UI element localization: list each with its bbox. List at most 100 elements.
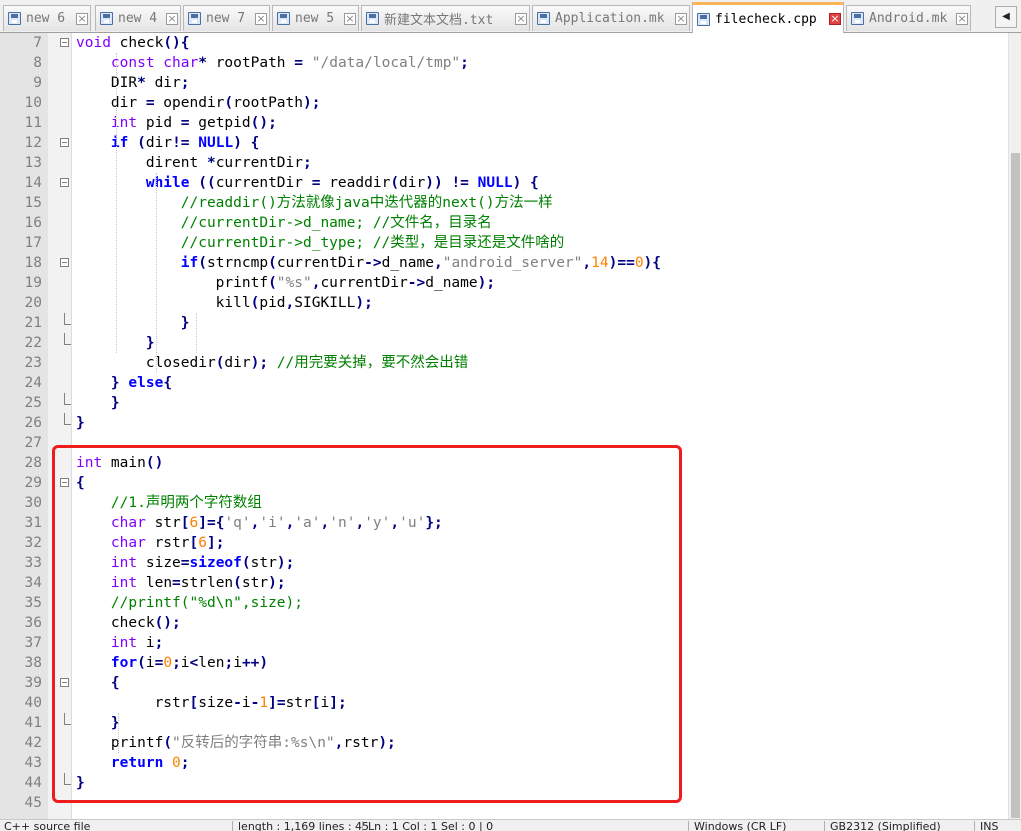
tab-item[interactable]: Android.mk × [846, 5, 971, 31]
close-tab-icon[interactable]: × [344, 12, 356, 25]
tab-item[interactable]: new 6 × [3, 5, 91, 31]
fold-toggle-icon[interactable] [60, 178, 69, 187]
code-line[interactable]: 41 } [0, 713, 1008, 733]
code-token: (( [198, 175, 216, 191]
fold-toggle-icon[interactable] [60, 38, 69, 47]
code-line[interactable]: 15 //readdir()方法就像java中迭代器的next()方法一样 [0, 193, 1008, 213]
code-line[interactable]: 29 { [0, 473, 1008, 493]
line-code: //1.声明两个字符数组 [76, 493, 262, 513]
tab-label: new 5 [295, 11, 335, 26]
line-number: 10 [24, 95, 42, 111]
code-token: - [233, 695, 242, 711]
tab-label: Application.mk [555, 11, 665, 26]
tab-scroll-left-button[interactable]: ◀ [995, 6, 1017, 28]
scrollbar-thumb[interactable] [1011, 153, 1020, 818]
code-token: dir [399, 175, 426, 191]
code-line[interactable]: 19 printf("%s",currentDir->d_name); [0, 273, 1008, 293]
code-line[interactable]: 28 int main() [0, 453, 1008, 473]
code-line[interactable]: 9 DIR* dir; [0, 73, 1008, 93]
code-line[interactable]: 39 { [0, 673, 1008, 693]
code-line[interactable]: 11 int pid = getpid(); [0, 113, 1008, 133]
code-line[interactable]: 16 //currentDir->d_name; //文件名，目录名 [0, 213, 1008, 233]
code-line[interactable]: 24 } else{ [0, 373, 1008, 393]
code-line[interactable]: 17 //currentDir->d_type; //类型，是目录还是文件啥的 [0, 233, 1008, 253]
code-line[interactable]: 23 closedir(dir); //用完要关掉，要不然会出错 [0, 353, 1008, 373]
close-tab-icon[interactable]: × [515, 12, 527, 25]
code-line[interactable]: 34 int len=strlen(str); [0, 573, 1008, 593]
code-line[interactable]: 13 dirent *currentDir; [0, 153, 1008, 173]
code-line[interactable]: 26} [0, 413, 1008, 433]
code-token: if [110, 135, 129, 151]
tab-item[interactable]: new 5 × [272, 5, 359, 31]
close-tab-icon[interactable]: × [956, 12, 968, 25]
line-code: rstr[size-i-1]=str[i]; [76, 693, 347, 713]
code-line[interactable]: 12 if (dir!= NULL) { [0, 133, 1008, 153]
code-line[interactable]: 42 printf("反转后的字符串:%s\n",rstr); [0, 733, 1008, 753]
tab-item[interactable]: Application.mk × [532, 5, 690, 31]
code-line[interactable]: 33 int size=sizeof(str); [0, 553, 1008, 573]
close-tab-icon[interactable]: × [829, 13, 841, 25]
tab-item[interactable]: 新建文本文档.txt × [361, 5, 530, 31]
code-token: (); [154, 615, 181, 631]
code-line[interactable]: 38 for(i=0;i<len;i++) [0, 653, 1008, 673]
code-line[interactable]: 43 return 0; [0, 753, 1008, 773]
code-line[interactable]: 31 char str[6]={'q','i','a','n','y','u'}… [0, 513, 1008, 533]
vertical-scrollbar[interactable] [1008, 33, 1021, 819]
code-line[interactable]: 18 if(strncmp(currentDir->d_name,"androi… [0, 253, 1008, 273]
code-token: } [76, 415, 85, 431]
code-token: } [76, 775, 85, 791]
tab-label: new 4 [118, 11, 158, 26]
fold-toggle-icon[interactable] [60, 258, 69, 267]
line-code: dirent *currentDir; [76, 153, 312, 173]
close-tab-icon[interactable]: × [255, 12, 267, 25]
code-line[interactable]: 35 //printf("%d\n",size); [0, 593, 1008, 613]
code-line[interactable]: 45 [0, 793, 1008, 813]
code-line[interactable]: 32 char rstr[6]; [0, 533, 1008, 553]
code-line[interactable]: 7 void check(){ [0, 33, 1008, 53]
tab-item[interactable]: new 4 × [95, 5, 181, 31]
code-line[interactable]: 40 rstr[size-i-1]=str[i]; [0, 693, 1008, 713]
code-line[interactable]: 30 //1.声明两个字符数组 [0, 493, 1008, 513]
line-number: 33 [24, 555, 42, 571]
code-token: 'n' [329, 515, 356, 531]
code-token: 6 [198, 535, 207, 551]
code-line[interactable]: 27 [0, 433, 1008, 453]
line-code: } [76, 773, 85, 793]
code-token: rstr [76, 695, 190, 711]
code-token: (); [250, 115, 277, 131]
code-token: ; [180, 75, 190, 91]
close-tab-icon[interactable]: × [675, 12, 687, 25]
code-line[interactable]: 14 while ((currentDir = readdir(dir)) !=… [0, 173, 1008, 193]
code-token: opendir [154, 95, 225, 111]
code-line[interactable]: 36 check(); [0, 613, 1008, 633]
code-line[interactable]: 25 } [0, 393, 1008, 413]
close-tab-icon[interactable]: × [76, 12, 88, 25]
tab-item[interactable]: new 7 × [183, 5, 270, 31]
code-token: char [110, 515, 146, 531]
fold-toggle-icon[interactable] [60, 478, 69, 487]
fold-toggle-icon[interactable] [60, 138, 69, 147]
tab-item[interactable]: filecheck.cpp × [692, 2, 844, 33]
line-code: for(i=0;i<len;i++) [76, 653, 268, 673]
line-number: 43 [24, 755, 42, 771]
code-line[interactable]: 22 } [0, 333, 1008, 353]
code-token: int [110, 115, 138, 131]
code-line[interactable]: 21 } [0, 313, 1008, 333]
code-token: void [76, 35, 111, 51]
line-number: 22 [24, 335, 42, 351]
code-line[interactable]: 10 dir = opendir(rootPath); [0, 93, 1008, 113]
code-line[interactable]: 44} [0, 773, 1008, 793]
code-token: = [294, 55, 304, 71]
code-line[interactable]: 8 const char* rootPath = "/data/local/tm… [0, 53, 1008, 73]
code-line[interactable]: 20 kill(pid,SIGKILL); [0, 293, 1008, 313]
code-editor[interactable]: 7 void check(){8 const char* rootPath = "… [0, 33, 1008, 819]
code-line[interactable]: 37 int i; [0, 633, 1008, 653]
close-tab-icon[interactable]: × [166, 12, 178, 25]
fold-toggle-icon[interactable] [60, 678, 69, 687]
